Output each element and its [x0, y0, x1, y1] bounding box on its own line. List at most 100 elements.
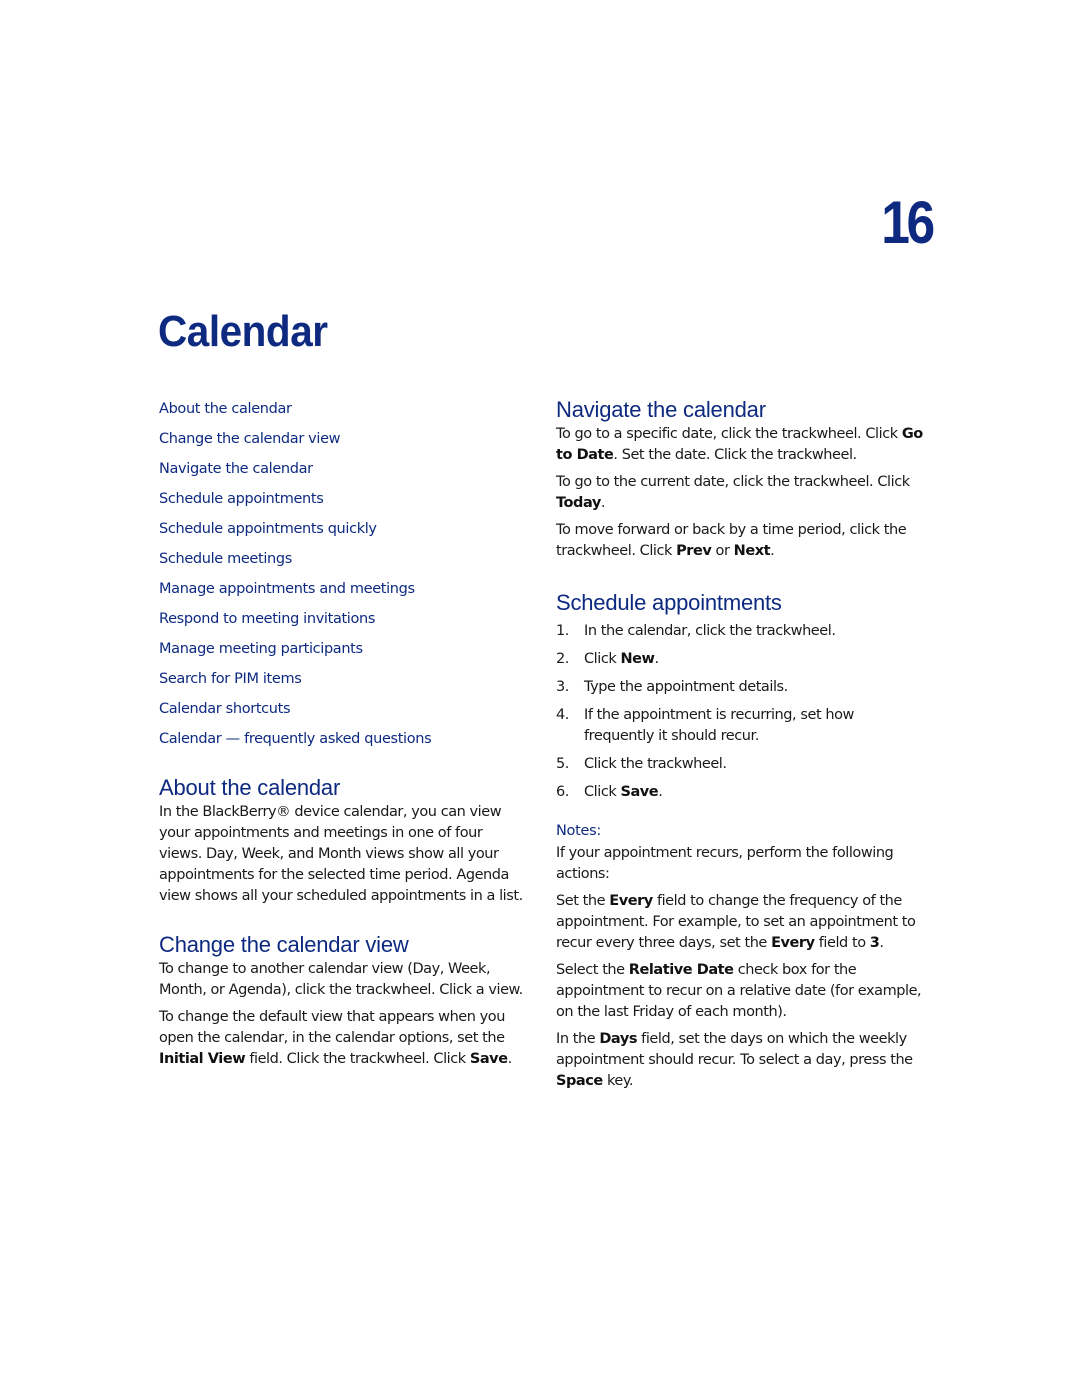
- section-schedule-appointments: Schedule appointments 1. In the calendar,…: [556, 589, 926, 1092]
- ui-term-space: Space: [556, 1073, 603, 1089]
- text: field. Click the trackwheel. Click: [245, 1051, 470, 1067]
- text: .: [600, 495, 606, 511]
- step-text: Type the appointment details.: [584, 677, 788, 698]
- toc-item: Schedule meetings: [159, 546, 524, 576]
- section-navigate: Navigate the calendar To go to a specifi…: [556, 396, 926, 562]
- text: In the: [556, 1031, 600, 1047]
- ui-term-prev: Prev: [676, 543, 712, 559]
- toc-link-schedule-meetings[interactable]: Schedule meetings: [159, 551, 292, 567]
- toc-item: Calendar — frequently asked questions: [159, 726, 524, 756]
- toc-link-respond-invitations[interactable]: Respond to meeting invitations: [159, 611, 375, 627]
- section-change-view: Change the calendar view To change to an…: [159, 931, 524, 1070]
- ui-term-today: Today: [556, 495, 601, 511]
- section-body: To change to another calendar view (Day,…: [159, 961, 523, 998]
- toc-item: Search for PIM items: [159, 666, 524, 696]
- section-body: To move forward or back by a time period…: [556, 520, 926, 562]
- ui-term-new: New: [620, 651, 655, 667]
- toc-item: Respond to meeting invitations: [159, 606, 524, 636]
- steps-list: 1. In the calendar, click the trackwheel.…: [556, 621, 926, 803]
- toc-link-shortcuts[interactable]: Calendar shortcuts: [159, 701, 291, 717]
- step-text: In the calendar, click the trackwheel.: [584, 621, 836, 642]
- step-item: 3. Type the appointment details.: [556, 677, 926, 698]
- text: .: [658, 784, 663, 800]
- toc-link-navigate[interactable]: Navigate the calendar: [159, 461, 313, 477]
- toc-link-schedule-quickly[interactable]: Schedule appointments quickly: [159, 521, 377, 537]
- page-title: Calendar: [158, 307, 328, 356]
- ui-term-next: Next: [733, 543, 771, 559]
- text: To change the default view that appears …: [159, 1009, 505, 1046]
- toc-link-change-view[interactable]: Change the calendar view: [159, 431, 341, 447]
- chapter-toc: About the calendar Change the calendar v…: [159, 396, 524, 756]
- text: Set the: [556, 893, 610, 909]
- text: .: [654, 651, 659, 667]
- section-body: To go to the current date, click the tra…: [556, 472, 926, 514]
- right-column: Navigate the calendar To go to a specifi…: [556, 396, 926, 1098]
- text: .: [770, 543, 775, 559]
- note-text: In the Days field, set the days on which…: [556, 1029, 926, 1092]
- note-text: Select the Relative Date check box for t…: [556, 960, 926, 1023]
- section-heading: Schedule appointments: [556, 590, 782, 615]
- toc-link-faq[interactable]: Calendar — frequently asked questions: [159, 731, 432, 747]
- ui-term-every: Every: [771, 935, 815, 951]
- text: Click: [584, 651, 621, 667]
- text: If the appointment is recurring, set how…: [584, 707, 854, 744]
- toc-item: Manage appointments and meetings: [159, 576, 524, 606]
- text: Type the appointment details.: [584, 679, 788, 695]
- toc-item: Calendar shortcuts: [159, 696, 524, 726]
- ui-term-initial-view: Initial View: [159, 1051, 246, 1067]
- chapter-number: 16: [881, 189, 935, 256]
- ui-term-value-3: 3: [869, 935, 880, 951]
- step-number: 3.: [556, 679, 569, 695]
- note-text: Set the Every field to change the freque…: [556, 891, 926, 954]
- step-text: If the appointment is recurring, set how…: [584, 705, 926, 747]
- toc-link-schedule-appointments[interactable]: Schedule appointments: [159, 491, 324, 507]
- step-number: 5.: [556, 756, 569, 772]
- text: Select the: [556, 962, 629, 978]
- toc-link-manage-participants[interactable]: Manage meeting participants: [159, 641, 363, 657]
- ui-term-every: Every: [609, 893, 653, 909]
- text: or: [711, 543, 734, 559]
- text: To go to a specific date, click the trac…: [556, 426, 902, 442]
- text: To go to the current date, click the tra…: [556, 474, 910, 490]
- text: In the calendar, click the trackwheel.: [584, 623, 836, 639]
- step-text: Click New.: [584, 649, 659, 670]
- notes-label: Notes:: [556, 823, 601, 839]
- step-text: Click the trackwheel.: [584, 754, 727, 775]
- section-about-calendar: About the calendar In the BlackBerry® de…: [159, 774, 524, 907]
- section-heading: Navigate the calendar: [556, 397, 766, 422]
- step-item: 5. Click the trackwheel.: [556, 754, 926, 775]
- ui-term-days: Days: [599, 1031, 638, 1047]
- text: key.: [602, 1073, 634, 1089]
- toc-item: Schedule appointments: [159, 486, 524, 516]
- text: field to: [814, 935, 870, 951]
- step-item: 1. In the calendar, click the trackwheel.: [556, 621, 926, 642]
- section-body: To go to a specific date, click the trac…: [556, 424, 926, 466]
- step-number: 6.: [556, 784, 569, 800]
- toc-item: Change the calendar view: [159, 426, 524, 456]
- toc-link-manage-appointments[interactable]: Manage appointments and meetings: [159, 581, 415, 597]
- toc-item: Schedule appointments quickly: [159, 516, 524, 546]
- step-number: 1.: [556, 623, 569, 639]
- toc-link-search-pim[interactable]: Search for PIM items: [159, 671, 302, 687]
- note-text: If your appointment recurs, perform the …: [556, 845, 894, 882]
- ui-term-save: Save: [620, 784, 659, 800]
- text: Click: [584, 784, 621, 800]
- toc-item: About the calendar: [159, 396, 524, 426]
- step-item: 4. If the appointment is recurring, set h…: [556, 705, 926, 747]
- step-number: 4.: [556, 707, 569, 723]
- text: . Set the date. Click the trackwheel.: [613, 447, 857, 463]
- step-number: 2.: [556, 651, 569, 667]
- text: .: [507, 1051, 513, 1067]
- left-column: About the calendar Change the calendar v…: [159, 396, 524, 1076]
- step-text: Click Save.: [584, 782, 663, 803]
- section-heading: About the calendar: [159, 775, 341, 800]
- section-heading: Change the calendar view: [159, 932, 409, 957]
- text: .: [879, 935, 884, 951]
- ui-term-relative-date: Relative Date: [628, 962, 734, 978]
- toc-link-about-calendar[interactable]: About the calendar: [159, 401, 292, 417]
- step-item: 2. Click New.: [556, 649, 926, 670]
- step-item: 6. Click Save.: [556, 782, 926, 803]
- text: Click the trackwheel.: [584, 756, 727, 772]
- toc-item: Navigate the calendar: [159, 456, 524, 486]
- section-body: In the BlackBerry® device calendar, you …: [159, 804, 523, 904]
